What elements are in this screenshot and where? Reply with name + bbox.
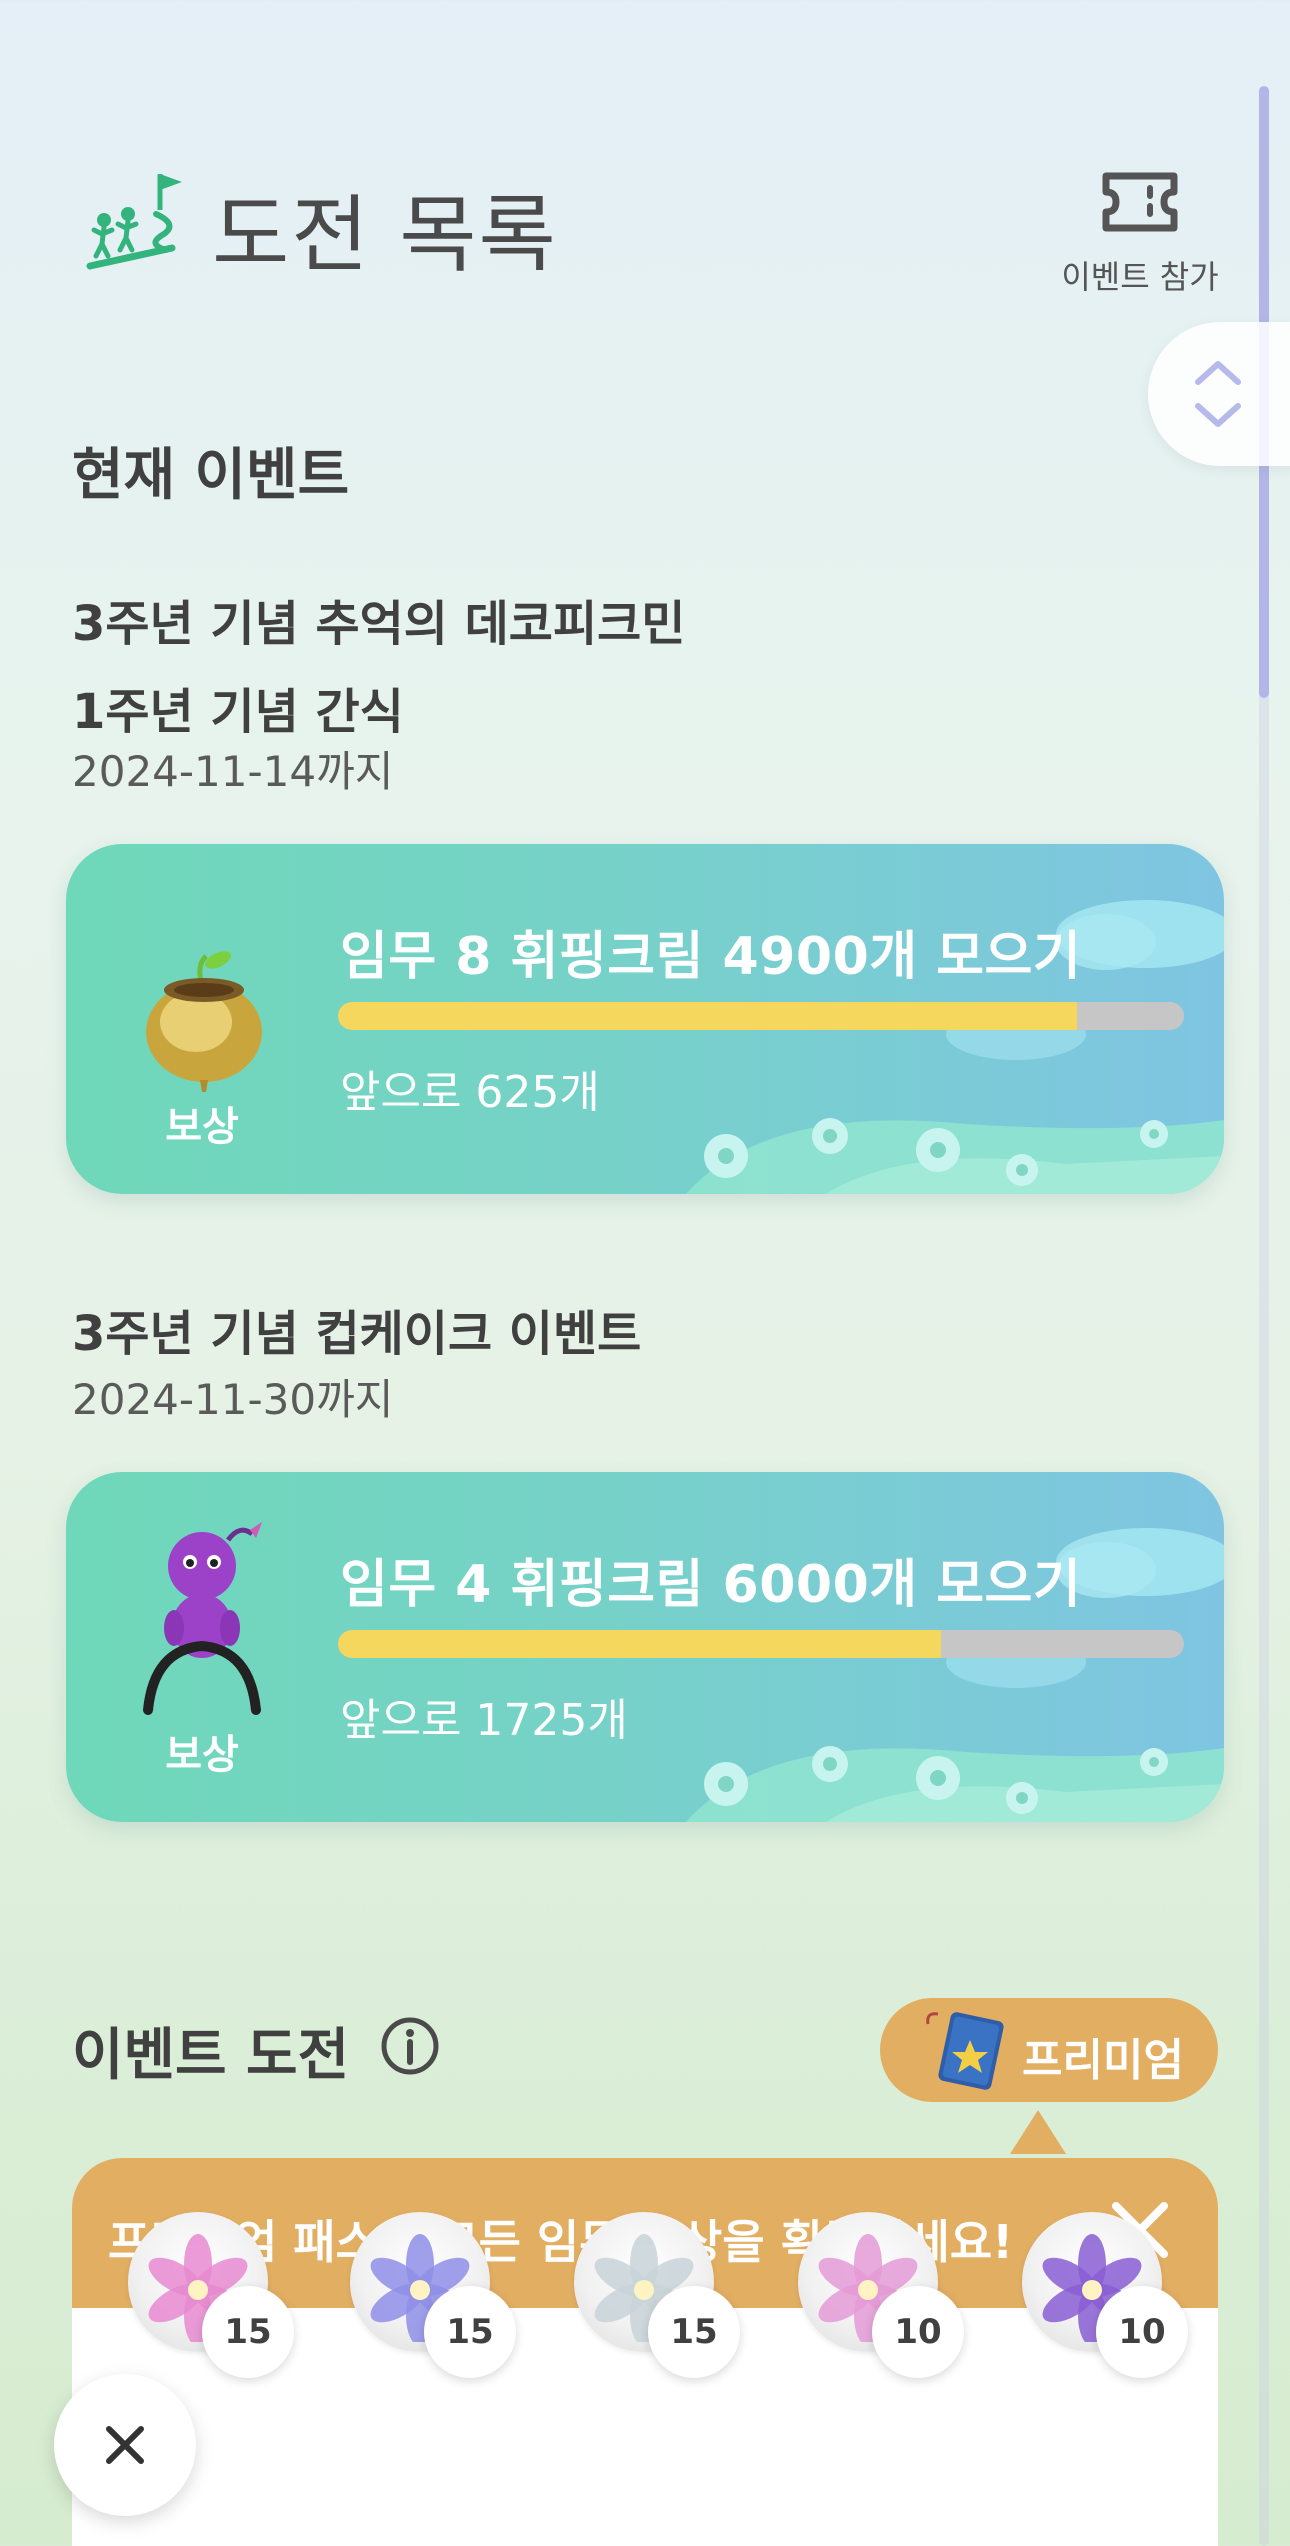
reward-item: 15 xyxy=(350,2212,516,2378)
premium-button[interactable]: 프리미엄 xyxy=(880,1998,1218,2102)
purple-pikmin-icon xyxy=(143,1522,262,1715)
event-entry-label: 이벤트 참가 xyxy=(1061,258,1219,296)
current-events-heading: 현재 이벤트 xyxy=(72,443,350,508)
mission-progress-bar xyxy=(338,1002,1184,1030)
reward-item: 10 xyxy=(798,2212,964,2378)
reward-label: 보상 xyxy=(165,1732,239,1778)
reward-item: 10 xyxy=(1022,2212,1188,2378)
remaining-count: 앞으로 1725개 xyxy=(340,1695,628,1746)
event-deadline: 2024-11-14까지 xyxy=(72,747,394,796)
premium-label: 프리미엄 xyxy=(1022,2035,1184,2086)
event-name: 3주년 기념 추억의 데코피크민 xyxy=(72,596,686,652)
reward-count-badge: 10 xyxy=(1096,2286,1188,2378)
close-button[interactable] xyxy=(54,2374,196,2516)
reward-count-badge: 15 xyxy=(424,2286,516,2378)
info-icon[interactable] xyxy=(380,2016,440,2076)
popup-pointer xyxy=(1010,2110,1066,2154)
event-mission-card[interactable]: 보상 임무 8 휘핑크림 4900개 모으기 앞으로 625개 xyxy=(66,844,1224,1194)
reward-count-badge: 15 xyxy=(648,2286,740,2378)
event-deadline: 2024-11-30까지 xyxy=(72,1375,394,1424)
progress-fill xyxy=(338,1630,941,1658)
event-entry-button[interactable]: 이벤트 참가 xyxy=(1040,170,1240,310)
reward-item: 15 xyxy=(574,2212,740,2378)
mission-task: 임무 8 휘핑크림 4900개 모으기 xyxy=(340,927,1082,987)
page-title: 도전 목록 xyxy=(212,186,558,284)
walking-people-flag-icon xyxy=(86,174,182,270)
chevron-up-down-icon xyxy=(1195,361,1241,427)
mission-task: 임무 4 휘핑크림 6000개 모으기 xyxy=(340,1555,1082,1615)
event-mission-card[interactable]: 보상 임무 4 휘핑크림 6000개 모으기 앞으로 1725개 xyxy=(66,1472,1224,1822)
reward-count-badge: 15 xyxy=(202,2286,294,2378)
ticket-icon xyxy=(1102,172,1178,232)
premium-pass-icon xyxy=(926,2012,1004,2090)
event-subname: 1주년 기념 간식 xyxy=(72,684,404,740)
reward-item: 15 xyxy=(128,2212,294,2378)
reward-label: 보상 xyxy=(165,1104,239,1150)
scroll-toggle-button[interactable] xyxy=(1148,322,1290,466)
event-name: 3주년 기념 컵케이크 이벤트 xyxy=(72,1306,642,1362)
close-icon xyxy=(106,2426,144,2464)
mission-progress-bar xyxy=(338,1630,1184,1658)
golden-seed-pot-icon xyxy=(146,951,262,1092)
remaining-count: 앞으로 625개 xyxy=(340,1067,600,1118)
progress-fill xyxy=(338,1002,1077,1030)
reward-count-badge: 10 xyxy=(872,2286,964,2378)
event-challenge-heading: 이벤트 도전 xyxy=(72,2023,350,2088)
